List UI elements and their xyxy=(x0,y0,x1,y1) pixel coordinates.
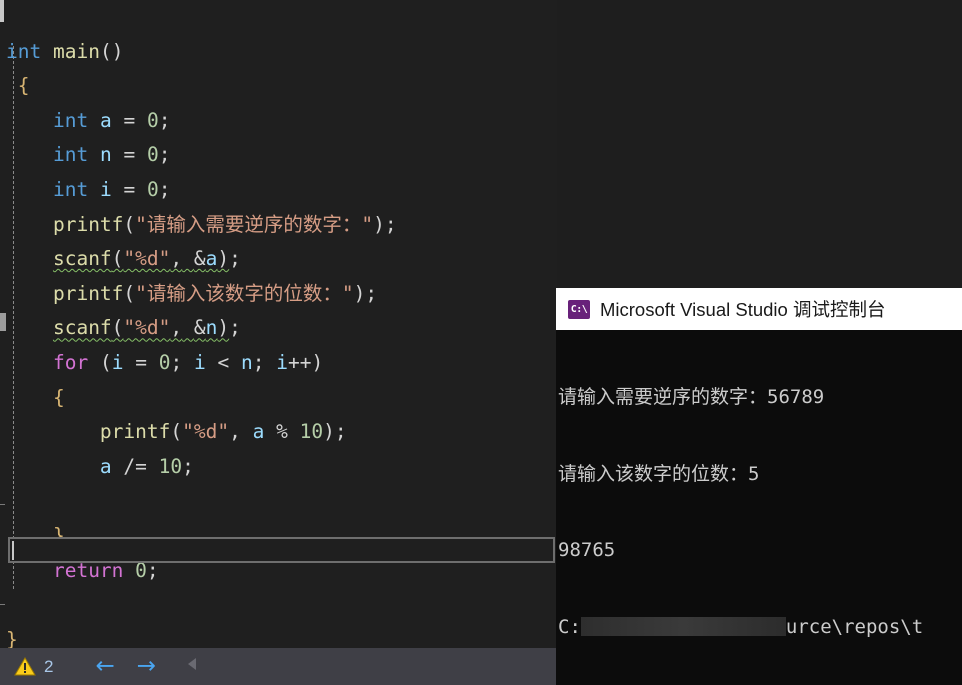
redaction-bar xyxy=(580,616,786,636)
code-editor-pane[interactable]: int main() { int a = 0; int n = 0; int i… xyxy=(0,0,557,648)
code-line[interactable]: int a = 0; xyxy=(0,104,557,139)
console-icon-glyph: C:\ xyxy=(570,303,588,315)
code-line[interactable]: int main() xyxy=(0,35,557,70)
navigate-back-icon[interactable]: ← xyxy=(95,655,114,678)
code-line[interactable]: int n = 0; xyxy=(0,138,557,173)
code-line[interactable] xyxy=(0,588,557,623)
warning-indicator[interactable]: 2 xyxy=(14,657,53,677)
console-path-prefix: C: xyxy=(558,615,581,638)
code-line[interactable]: printf("%d", a % 10); xyxy=(0,415,557,450)
console-line: 请输入需要逆序的数字：56789 xyxy=(558,386,825,408)
debug-console-window[interactable]: C:\ Microsoft Visual Studio 调试控制台 请输入需要逆… xyxy=(556,288,962,685)
code-line[interactable]: int i = 0; xyxy=(0,173,557,208)
console-output-area[interactable]: 请输入需要逆序的数字：56789 请输入该数字的位数：5 98765 C: urc… xyxy=(556,330,962,685)
navigate-forward-icon[interactable]: → xyxy=(137,655,156,678)
warning-count-label: 2 xyxy=(44,656,54,676)
console-path-suffix: urce\repos\t xyxy=(785,615,924,638)
console-line-path: C: urce\repos\t xyxy=(558,615,962,641)
console-app-icon: C:\ xyxy=(568,299,590,319)
code-line[interactable]: scanf("%d", &a); xyxy=(0,242,557,277)
code-line[interactable]: printf("请输入需要逆序的数字："); xyxy=(0,208,557,243)
console-title-bar[interactable]: C:\ Microsoft Visual Studio 调试控制台 xyxy=(556,288,962,330)
console-title-label: Microsoft Visual Studio 调试控制台 xyxy=(600,299,886,320)
editor-status-bar: 2 ← → xyxy=(0,648,557,685)
console-line: 98765 xyxy=(558,539,616,561)
current-statement-highlight xyxy=(8,537,555,563)
console-line: 请输入该数字的位数：5 xyxy=(558,462,760,485)
code-line[interactable]: scanf("%d", &n); xyxy=(0,311,557,346)
code-line[interactable]: printf("请输入该数字的位数："); xyxy=(0,277,557,312)
code-line[interactable] xyxy=(0,484,557,519)
code-line[interactable]: { xyxy=(0,69,557,104)
warning-triangle-icon xyxy=(14,657,36,676)
code-line[interactable]: a /= 10; xyxy=(0,450,557,485)
code-line[interactable]: { xyxy=(0,381,557,416)
collapse-panel-icon[interactable] xyxy=(186,656,200,677)
code-line[interactable]: } xyxy=(0,623,557,648)
text-caret xyxy=(12,541,14,560)
code-line[interactable]: for (i = 0; i < n; i++) xyxy=(0,346,557,381)
